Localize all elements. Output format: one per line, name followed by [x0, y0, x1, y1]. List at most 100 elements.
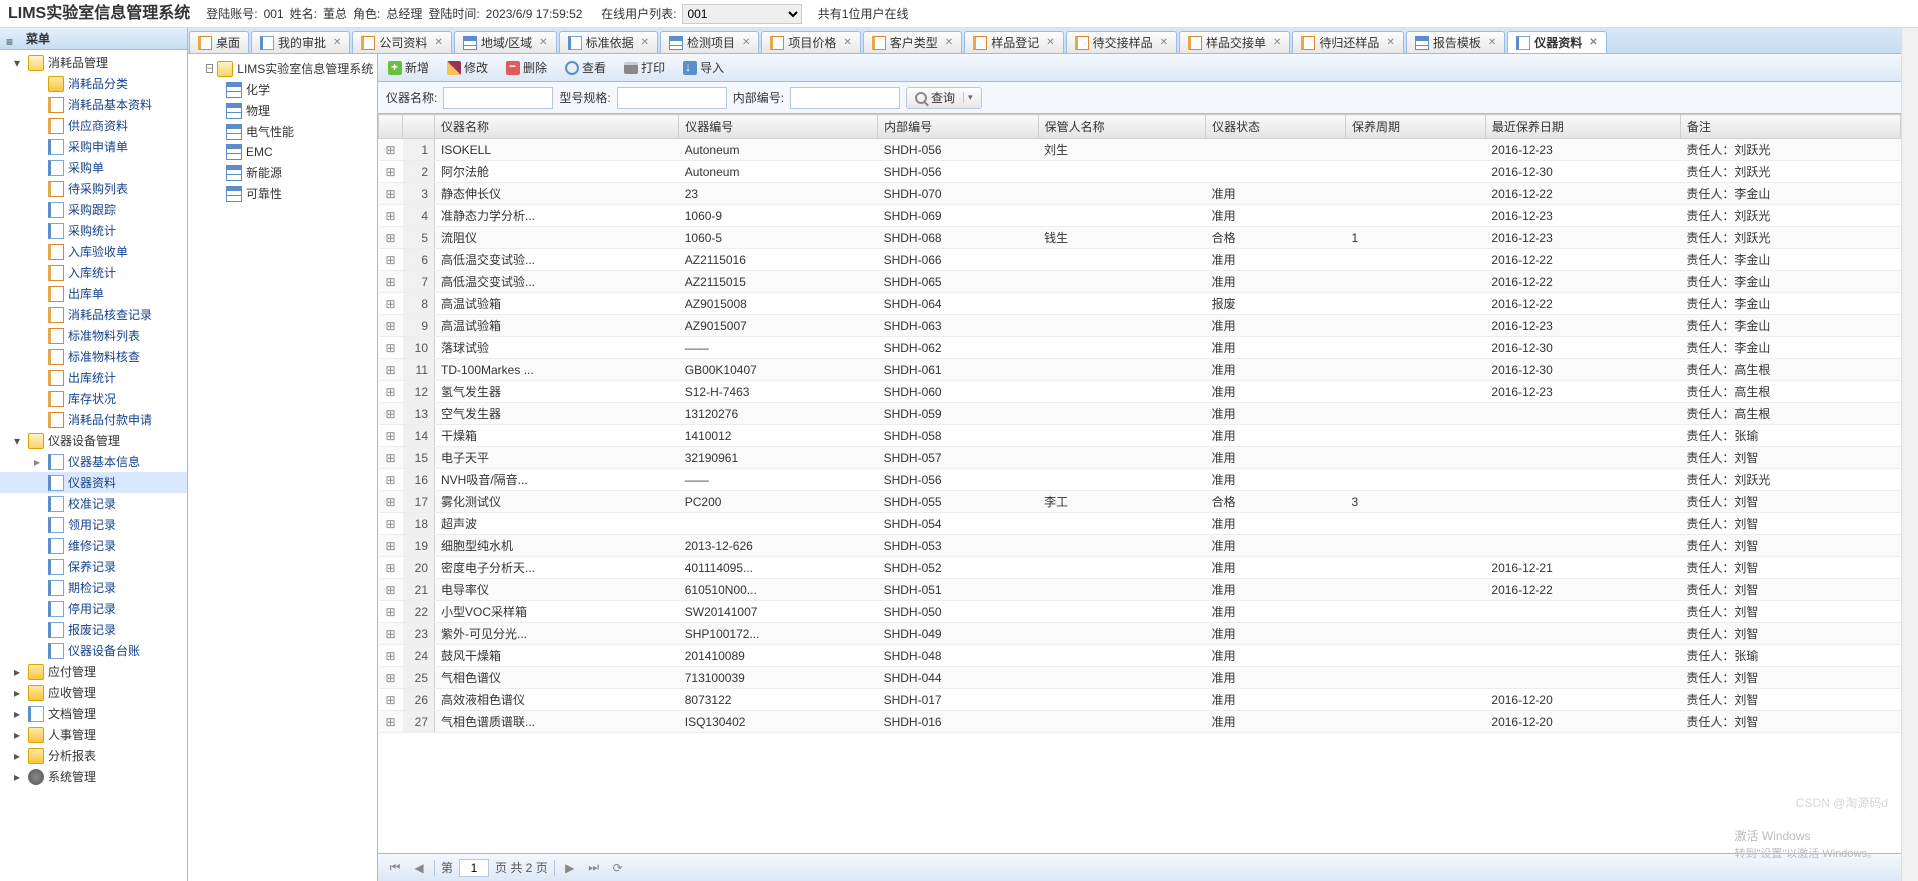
expand-icon[interactable]: ▾	[14, 434, 24, 448]
nav-item[interactable]: 仪器设备台账	[0, 640, 187, 661]
collapse-icon[interactable]: −	[206, 64, 213, 73]
subtree-item[interactable]: 电气性能	[192, 121, 373, 142]
print-button[interactable]: 打印	[620, 57, 669, 78]
tab[interactable]: 地域/区域✕	[454, 31, 557, 53]
close-icon[interactable]: ✕	[539, 32, 547, 54]
expand-cell[interactable]: ⊞	[379, 161, 403, 183]
expand-cell[interactable]: ⊞	[379, 667, 403, 689]
column-header[interactable]: 仪器状态	[1206, 115, 1346, 139]
table-row[interactable]: ⊞12氢气发生器S12-H-7463SHDH-060准用2016-12-23责任…	[379, 381, 1901, 403]
tab[interactable]: 标准依据✕	[559, 31, 658, 53]
expand-cell[interactable]: ⊞	[379, 623, 403, 645]
tab[interactable]: 项目价格✕	[761, 31, 860, 53]
table-row[interactable]: ⊞13空气发生器13120276SHDH-059准用责任人：高生根	[379, 403, 1901, 425]
close-icon[interactable]: ✕	[1386, 32, 1394, 54]
expand-cell[interactable]: ⊞	[379, 491, 403, 513]
close-icon[interactable]: ✕	[434, 32, 442, 54]
nav-item[interactable]: 标准物料列表	[0, 325, 187, 346]
table-row[interactable]: ⊞27气相色谱质谱联...ISQ130402SHDH-016准用2016-12-…	[379, 711, 1901, 733]
nav-group[interactable]: ▾消耗品管理	[0, 52, 187, 73]
expand-cell[interactable]: ⊞	[379, 139, 403, 161]
nav-item[interactable]: 期检记录	[0, 577, 187, 598]
expand-icon[interactable]: ▾	[14, 56, 24, 70]
table-row[interactable]: ⊞5流阻仪1060-5SHDH-068钱生合格12016-12-23责任人：刘跃…	[379, 227, 1901, 249]
table-row[interactable]: ⊞16NVH吸音/隔音...——SHDH-056准用责任人：刘跃光	[379, 469, 1901, 491]
expand-cell[interactable]: ⊞	[379, 469, 403, 491]
column-header[interactable]: 仪器编号	[679, 115, 878, 139]
tab[interactable]: 样品交接单✕	[1179, 31, 1290, 53]
table-row[interactable]: ⊞19细胞型纯水机2013-12-626SHDH-053准用责任人：刘智	[379, 535, 1901, 557]
search-code-input[interactable]	[790, 87, 900, 109]
expand-cell[interactable]: ⊞	[379, 315, 403, 337]
scrollbar[interactable]	[1901, 28, 1918, 881]
page-first-button[interactable]: ⏮	[386, 859, 404, 877]
close-icon[interactable]: ✕	[1160, 32, 1168, 54]
tab[interactable]: 我的审批✕	[251, 31, 350, 53]
column-header[interactable]: 内部编号	[878, 115, 1039, 139]
nav-item[interactable]: 入库统计	[0, 262, 187, 283]
subtree-item[interactable]: 新能源	[192, 162, 373, 183]
page-input[interactable]	[459, 859, 489, 877]
table-row[interactable]: ⊞15电子天平32190961SHDH-057准用责任人：刘智	[379, 447, 1901, 469]
table-row[interactable]: ⊞20密度电子分析天...401114095...SHDH-052准用2016-…	[379, 557, 1901, 579]
table-row[interactable]: ⊞26高效液相色谱仪8073122SHDH-017准用2016-12-20责任人…	[379, 689, 1901, 711]
expand-cell[interactable]: ⊞	[379, 513, 403, 535]
table-row[interactable]: ⊞22小型VOC采样箱SW20141007SHDH-050准用责任人：刘智	[379, 601, 1901, 623]
nav-item[interactable]: 停用记录	[0, 598, 187, 619]
table-row[interactable]: ⊞2阿尔法舱AutoneumSHDH-0562016-12-30责任人：刘跃光	[379, 161, 1901, 183]
expand-icon[interactable]: ▸	[14, 770, 24, 784]
table-row[interactable]: ⊞18超声波SHDH-054准用责任人：刘智	[379, 513, 1901, 535]
import-button[interactable]: 导入	[679, 57, 728, 78]
subtree-item[interactable]: 可靠性	[192, 183, 373, 204]
nav-item[interactable]: 领用记录	[0, 514, 187, 535]
table-row[interactable]: ⊞6高低温交变试验...AZ2115016SHDH-066准用2016-12-2…	[379, 249, 1901, 271]
nav-item[interactable]: 消耗品分类	[0, 73, 187, 94]
close-icon[interactable]: ✕	[333, 32, 341, 54]
tab[interactable]: 仪器资料✕	[1507, 31, 1606, 53]
expand-cell[interactable]: ⊞	[379, 249, 403, 271]
subtree-item[interactable]: 物理	[192, 100, 373, 121]
search-name-input[interactable]	[443, 87, 553, 109]
nav-group[interactable]: ▸应付管理	[0, 661, 187, 682]
expand-icon[interactable]: ▸	[14, 665, 24, 679]
column-header[interactable]: 备注	[1680, 115, 1900, 139]
expand-cell[interactable]: ⊞	[379, 601, 403, 623]
page-refresh-button[interactable]: ⟳	[609, 859, 627, 877]
delete-button[interactable]: 删除	[502, 57, 551, 78]
close-icon[interactable]: ✕	[742, 32, 750, 54]
page-prev-button[interactable]: ◀	[410, 859, 428, 877]
expand-cell[interactable]: ⊞	[379, 447, 403, 469]
table-row[interactable]: ⊞1ISOKELLAutoneumSHDH-056刘生2016-12-23责任人…	[379, 139, 1901, 161]
column-header[interactable]: 保养周期	[1345, 115, 1485, 139]
tab[interactable]: 桌面	[189, 31, 249, 53]
expand-icon[interactable]: ▸	[14, 686, 24, 700]
close-icon[interactable]: ✕	[641, 32, 649, 54]
table-row[interactable]: ⊞4准静态力学分析...1060-9SHDH-069准用2016-12-23责任…	[379, 205, 1901, 227]
page-last-button[interactable]: ⏭	[585, 859, 603, 877]
nav-item[interactable]: 库存状况	[0, 388, 187, 409]
tab[interactable]: 待归还样品✕	[1292, 31, 1403, 53]
expand-cell[interactable]: ⊞	[379, 535, 403, 557]
subtree-item[interactable]: EMC	[192, 142, 373, 162]
search-button[interactable]: 查询 ▾	[906, 87, 982, 109]
nav-group[interactable]: ▾仪器设备管理	[0, 430, 187, 451]
nav-item[interactable]: 消耗品核查记录	[0, 304, 187, 325]
table-row[interactable]: ⊞24鼓风干燥箱201410089SHDH-048准用责任人：张瑜	[379, 645, 1901, 667]
expand-cell[interactable]: ⊞	[379, 227, 403, 249]
table-row[interactable]: ⊞14干燥箱1410012SHDH-058准用责任人：张瑜	[379, 425, 1901, 447]
nav-item[interactable]: 采购统计	[0, 220, 187, 241]
nav-group[interactable]: ▸人事管理	[0, 724, 187, 745]
column-header[interactable]: 仪器名称	[435, 115, 679, 139]
data-grid[interactable]: 仪器名称仪器编号内部编号保管人名称仪器状态保养周期最近保养日期备注 ⊞1ISOK…	[378, 114, 1901, 853]
table-row[interactable]: ⊞21电导率仪610510N00...SHDH-051准用2016-12-22责…	[379, 579, 1901, 601]
table-row[interactable]: ⊞10落球试验——SHDH-062准用2016-12-30责任人：李金山	[379, 337, 1901, 359]
table-row[interactable]: ⊞8高温试验箱AZ9015008SHDH-064报废2016-12-22责任人：…	[379, 293, 1901, 315]
nav-item[interactable]: 入库验收单	[0, 241, 187, 262]
nav-item[interactable]: 保养记录	[0, 556, 187, 577]
nav-item[interactable]: 采购申请单	[0, 136, 187, 157]
nav-item[interactable]: 供应商资料	[0, 115, 187, 136]
tab[interactable]: 检测项目✕	[660, 31, 759, 53]
close-icon[interactable]: ✕	[843, 32, 851, 54]
online-select[interactable]: 001	[682, 4, 802, 24]
nav-group[interactable]: ▸文档管理	[0, 703, 187, 724]
